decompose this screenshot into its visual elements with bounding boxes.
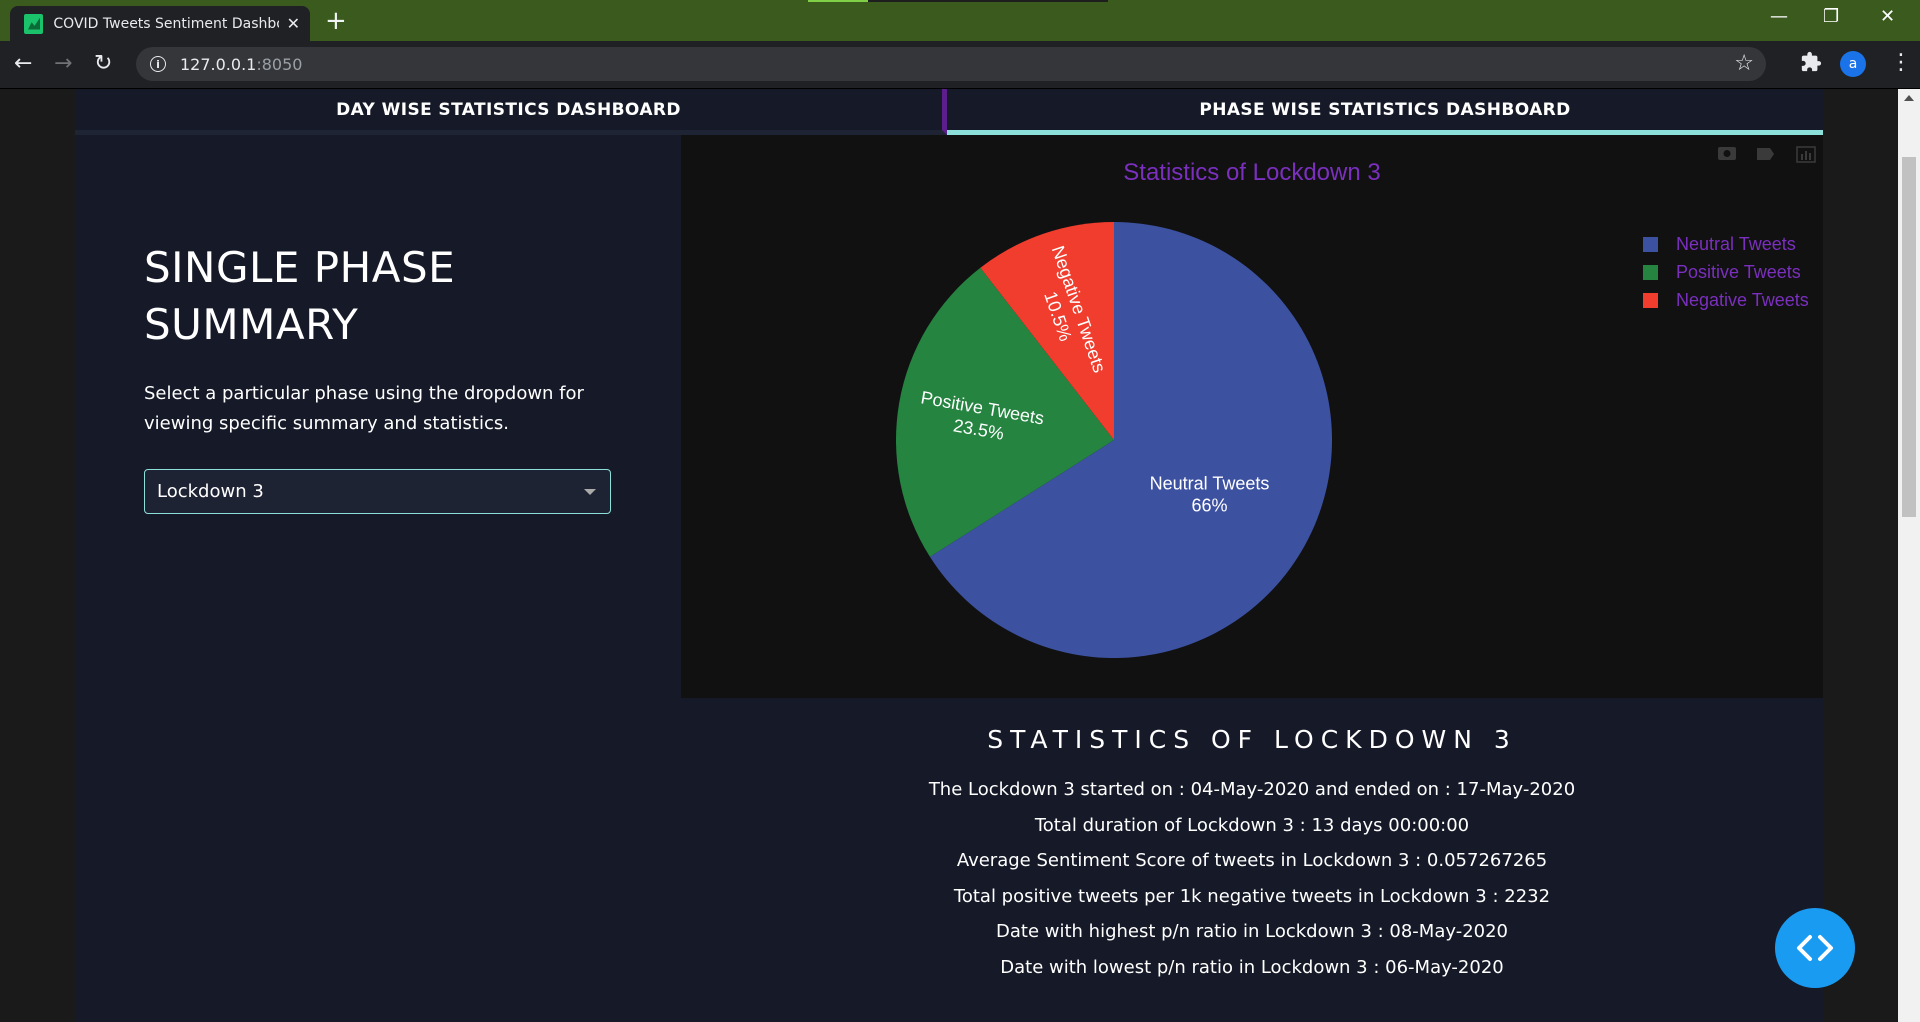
phase-dropdown[interactable]: Lockdown 3 [144, 469, 611, 514]
window-close-icon[interactable]: ✕ [1880, 6, 1895, 27]
chart-modebar [1718, 146, 1816, 163]
statistics-title: STATISTICS OF LOCKDOWN 3 [987, 725, 1517, 754]
new-tab-icon[interactable]: + [325, 8, 347, 34]
legend-label[interactable]: Neutral Tweets [1676, 234, 1796, 254]
code-brackets-icon [1797, 935, 1833, 961]
address-bar[interactable]: i 127.0.0.1:8050 ☆ [136, 47, 1766, 81]
stat-line-dates: The Lockdown 3 started on : 04-May-2020 … [928, 779, 1576, 800]
browser-menu-icon[interactable]: ⋮ [1890, 49, 1912, 77]
summary-heading-line1: SINGLE PHASE [144, 243, 456, 292]
legend-swatch[interactable] [1643, 293, 1658, 308]
stat-line-duration: Total duration of Lockdown 3 : 13 days 0… [1034, 814, 1470, 836]
dev-tools-button[interactable] [1775, 908, 1855, 988]
pie-chart: Statistics of Lockdown 3 Neutral Tweets 6… [896, 146, 1816, 658]
legend-label[interactable]: Negative Tweets [1676, 290, 1809, 310]
stat-line-highest-date: Date with highest p/n ratio in Lockdown … [996, 921, 1508, 942]
scroll-up-arrow-icon[interactable] [1904, 95, 1914, 101]
phase-dropdown-value: Lockdown 3 [157, 481, 264, 502]
dashboard-tabs: DAY WISE STATISTICS DASHBOARD PHASE WISE… [75, 89, 1823, 135]
summary-description-line1: Select a particular phase using the drop… [144, 383, 584, 404]
legend-swatch[interactable] [1643, 237, 1658, 252]
site-info-icon[interactable]: i [150, 56, 166, 72]
browser-titlebar: COVID Tweets Sentiment Dashboard ✕ + — ❐… [0, 0, 1920, 41]
summary-heading: SINGLE PHASE SUMMARY [144, 239, 614, 353]
url-text: 127.0.0.1:8050 [180, 54, 303, 74]
bar-chart-icon[interactable] [1796, 146, 1816, 163]
back-arrow-icon[interactable]: ← [14, 50, 32, 78]
pie-slices [896, 222, 1332, 658]
chevron-down-icon[interactable] [584, 489, 596, 495]
profile-avatar[interactable]: a [1840, 51, 1866, 77]
scrollbar-thumb[interactable] [1902, 157, 1916, 517]
page-viewport: DAY WISE STATISTICS DASHBOARD PHASE WISE… [0, 89, 1898, 1022]
summary-panel: SINGLE PHASE SUMMARY Select a particular… [144, 239, 614, 514]
page-scrollbar[interactable] [1898, 89, 1920, 1022]
statistics-section: STATISTICS OF LOCKDOWN 3 The Lockdown 3 … [681, 707, 1823, 985]
extensions-puzzle-icon[interactable] [1800, 51, 1822, 73]
bookmark-star-icon[interactable]: ☆ [1734, 51, 1754, 76]
summary-description: Select a particular phase using the drop… [144, 379, 614, 439]
pie-chart-container: Statistics of Lockdown 3 Neutral Tweets 6… [681, 135, 1823, 698]
tab-close-icon[interactable]: ✕ [287, 14, 300, 33]
summary-description-line2: viewing specific summary and statistics. [144, 413, 509, 434]
chart-legend: Neutral Tweets Positive Tweets Negative Tw… [1643, 234, 1809, 310]
summary-heading-line2: SUMMARY [144, 300, 359, 349]
browser-tab[interactable]: COVID Tweets Sentiment Dashboard ✕ [10, 6, 310, 41]
tab-strip-indicator-active [808, 0, 868, 2]
tab-title: COVID Tweets Sentiment Dashboard [53, 15, 278, 32]
dashboard-favicon-icon [24, 13, 44, 34]
camera-icon[interactable] [1718, 147, 1736, 160]
restore-icon[interactable]: ❐ [1823, 6, 1839, 27]
statistics-lines: The Lockdown 3 started on : 04-May-2020 … [681, 772, 1823, 985]
chart-title: Statistics of Lockdown 3 [1123, 159, 1380, 186]
autoscale-icon[interactable] [1757, 148, 1774, 160]
legend-swatch[interactable] [1643, 265, 1658, 280]
tab-day-wise[interactable]: DAY WISE STATISTICS DASHBOARD [75, 89, 947, 135]
minimize-icon[interactable]: — [1770, 6, 1788, 27]
stat-line-avg-sentiment: Average Sentiment Score of tweets in Loc… [956, 850, 1548, 871]
dashboard-app: DAY WISE STATISTICS DASHBOARD PHASE WISE… [75, 89, 1823, 1022]
stat-line-lowest-date: Date with lowest p/n ratio in Lockdown 3… [1000, 956, 1504, 978]
reload-icon[interactable]: ↻ [94, 50, 112, 78]
forward-arrow-icon[interactable]: → [54, 50, 72, 78]
tab-phase-wise[interactable]: PHASE WISE STATISTICS DASHBOARD [947, 89, 1823, 135]
stat-line-pn-ratio: Total positive tweets per 1k negative tw… [953, 885, 1551, 907]
legend-label[interactable]: Positive Tweets [1676, 262, 1801, 282]
browser-toolbar: ← → ↻ i 127.0.0.1:8050 ☆ a ⋮ [0, 41, 1920, 89]
